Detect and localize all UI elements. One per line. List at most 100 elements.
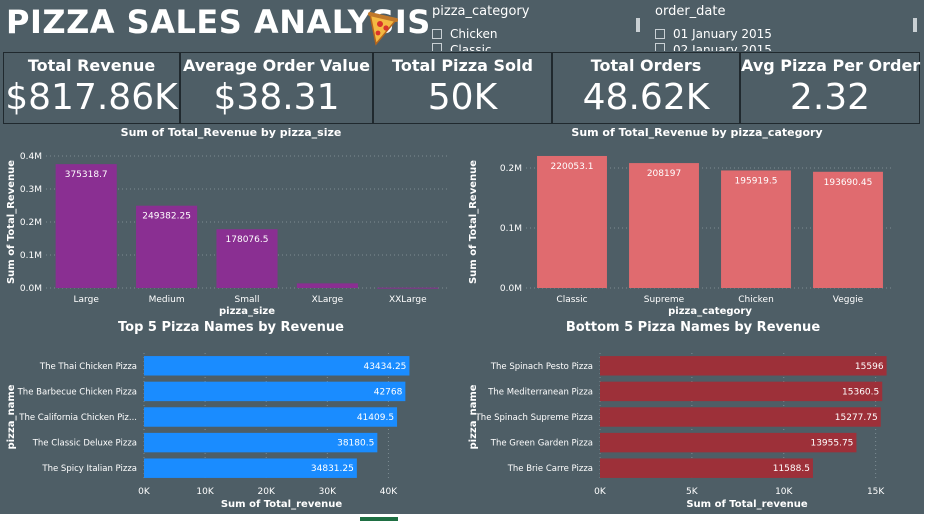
x-axis-title: Sum of Total_revenue [221,499,342,510]
data-label: 178076.5 [226,235,269,245]
slicer-option-label: 02 January 2015 [673,43,772,51]
checkbox[interactable] [432,43,442,51]
x-tick-label: 5K [686,487,699,497]
x-tick-label: 20K [258,487,276,497]
y-tick-label: The Spinach Supreme Pizza [475,413,593,423]
x-axis-title: pizza_size [219,306,275,317]
slicer-title: pizza_category [432,4,530,19]
slicer-title: order_date [655,4,726,19]
data-label: 11588.5 [773,464,810,474]
data-label: 195919.5 [735,176,778,186]
slicer-option-label: Chicken [450,27,498,41]
bar [629,163,699,288]
data-label: 193690.45 [824,178,873,188]
y-tick-label: The Thai Chicken Pizza [39,362,137,372]
data-label: 43434.25 [363,362,406,372]
kpi-card-total-orders: Total Orders 48.62K [552,52,740,124]
y-tick-label: 0.1M [20,251,42,261]
data-label: 34831.25 [311,464,354,474]
slicer-scrollbar[interactable] [636,18,640,32]
bar [600,381,883,402]
checkbox[interactable] [655,43,665,51]
kpi-value: $817.86K [5,77,178,118]
kpi-value: 2.32 [789,77,871,118]
slicer-pizza-category[interactable]: pizza_category Chicken Classic [432,4,642,51]
chart-top5-pizza: 0K 10K 20K 30K 40K The Thai Chicken Pizza 4343… [6,353,410,510]
chart-title-top5: Top 5 Pizza Names by Revenue [118,320,344,335]
y-tick-label: 0.0M [500,284,522,294]
bar [144,381,406,402]
x-tick-label: Classic [556,295,587,305]
y-tick-label: 0.4M [20,152,42,162]
y-tick-label: The Mediterranean Pizza [487,387,593,397]
y-axis-title: pizza_name [468,384,479,449]
y-tick-label: The Classic Deluxe Pizza [32,439,137,449]
data-label: 13955.75 [810,439,853,449]
y-tick-label: The Barbecue Chicken Pizza [17,387,137,397]
x-tick-label: 0K [594,487,607,497]
chart-revenue-by-size: 0.0M 0.1M 0.2M 0.3M 0.4M Large 375318.7 Medium 2… [6,152,448,317]
x-tick-label: 10K [196,487,214,497]
x-tick-label: Supreme [644,295,685,305]
chart-title-bottom5: Bottom 5 Pizza Names by Revenue [565,320,821,335]
y-tick-label: The California Chicken Piz... [18,413,137,423]
kpi-label: Total Orders [590,56,702,75]
checkbox[interactable] [432,29,442,39]
bar [600,356,887,376]
data-label: 15360.5 [842,387,879,397]
sheet-tab-bar [0,514,928,521]
x-tick-label: Small [235,295,260,305]
slicer-option[interactable]: 01 January 2015 [655,25,915,43]
y-tick-label: The Spinach Pesto Pizza [490,362,593,372]
x-tick-label: 40K [380,487,398,497]
slicer-order-date[interactable]: order_date 01 January 2015 02 January 20… [655,4,915,51]
x-tick-label: 10K [775,487,793,497]
y-tick-label: 0.2M [500,164,522,174]
x-tick-label: Medium [149,295,185,305]
x-tick-label: 0K [138,487,151,497]
slicer-option[interactable]: Chicken [432,25,642,43]
data-label: 15277.75 [835,413,878,423]
y-tick-label: 0.3M [20,185,42,195]
kpi-label: Total Pizza Sold [392,56,533,75]
data-label: 375318.7 [65,170,108,180]
kpi-card-total-revenue: Total Revenue $817.86K [3,52,180,124]
kpi-label: Total Revenue [27,56,156,75]
kpi-card-avg-pizza-per-order: Avg Pizza Per Order 2.32 [740,52,920,124]
chart-title-size: Sum of Total_Revenue by pizza_size [120,126,342,139]
slicer-option-label: 01 January 2015 [673,27,772,41]
bar [296,283,358,288]
vertical-scrollbar[interactable] [924,0,928,514]
kpi-label: Average Order Value [183,56,370,75]
slicer-option-label: Classic [450,43,492,51]
y-tick-label: 0.0M [20,284,42,294]
slicer-option[interactable]: Classic [432,43,642,51]
kpi-card-average-order-value: Average Order Value $38.31 [180,52,373,124]
x-tick-label: XXLarge [389,295,427,305]
x-tick-label: 15K [867,487,885,497]
active-sheet-tab[interactable] [360,517,398,521]
x-tick-label: XLarge [312,295,344,305]
chart-bottom5-pizza: 0K 5K 10K 15K The Spinach Pesto Pizza 15596 Th… [468,353,887,510]
data-label: 208197 [647,169,681,179]
bar [377,287,439,289]
slicer-option[interactable]: 02 January 2015 [655,43,915,51]
y-axis-title: Sum of Total_Revenue [468,160,479,284]
y-tick-label: The Brie Carre Pizza [507,464,593,474]
x-axis-title: Sum of Total_revenue [686,499,807,510]
data-label: 41409.5 [357,413,394,423]
chart-title-category: Sum of Total_Revenue by pizza_category [571,126,823,139]
chart-revenue-by-category: 0.0M 0.1M 0.2M Classic 220053.1 Supreme 208197… [468,155,894,317]
x-tick-label: 30K [319,487,337,497]
data-label: 220053.1 [551,162,594,172]
y-tick-label: 0.2M [20,218,42,228]
data-label: 42768 [374,387,403,397]
checkbox[interactable] [655,29,665,39]
x-tick-label: Large [74,295,100,305]
dashboard-canvas: PIZZA SALES ANALYSIS pizza_category Chic… [0,0,924,514]
kpi-value: $38.31 [213,77,340,118]
x-tick-label: Veggie [833,295,864,305]
bar [813,171,883,288]
kpi-value: 50K [427,77,498,118]
slicer-scrollbar[interactable] [913,18,917,32]
